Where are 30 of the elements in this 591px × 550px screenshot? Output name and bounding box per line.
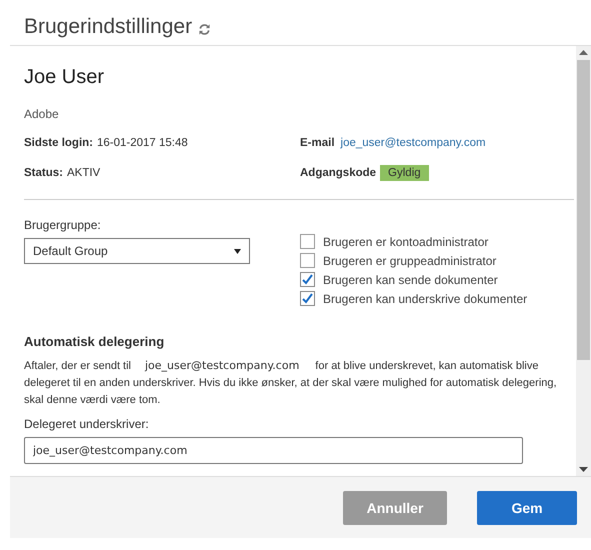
status-badge: Gyldig: [380, 165, 429, 181]
organization-name: Adobe: [24, 107, 60, 121]
checkbox[interactable]: [300, 291, 315, 306]
field-label: Status:: [24, 167, 63, 179]
email-link[interactable]: joe_user@testcompany.com: [340, 137, 486, 149]
checkbox-label: Brugeren er kontoadministrator: [323, 234, 488, 248]
field-label: Adgangskode: [300, 167, 376, 179]
delegate-input-field[interactable]: joe_user@testcompany.com: [24, 437, 523, 464]
section-heading: Automatisk delegering: [24, 334, 166, 349]
field-label: E-mail: [300, 137, 335, 149]
checkbox[interactable]: [300, 272, 315, 287]
user-name: Joe User: [24, 66, 106, 89]
checkbox[interactable]: [300, 253, 315, 268]
field-label: Sidste login:: [24, 137, 93, 149]
field-value: AKTIV: [66, 167, 100, 179]
cancel-button[interactable]: Annuller: [343, 490, 447, 524]
checkbox-label: Brugeren er gruppeadministrator: [323, 254, 496, 268]
field-value: 16-01-2017 15:48: [97, 137, 188, 149]
window-title: Brugerindstillinger: [24, 15, 192, 39]
field-label: Brugergruppe:: [24, 218, 102, 232]
refresh-icon[interactable]: [198, 22, 212, 36]
group-dropdown[interactable]: Default Group: [24, 238, 250, 264]
checkbox[interactable]: [300, 234, 315, 249]
scrollbar[interactable]: [576, 46, 591, 476]
checkbox-label: Brugeren kan underskrive dokumenter: [323, 292, 528, 306]
checkbox-label: Brugeren kan sende dokumenter: [323, 272, 498, 286]
caret-icon: [234, 248, 241, 254]
save-button[interactable]: Gem: [477, 490, 577, 524]
description-text: Aftaler, der er sendt til joe_user@testcompany.com for at blive underskrevet, kan automatisk blive delegeret til en anden underskriver. Hvis du ikke ønsker, at der skal være mulighed for automatisk delegering, skal denne værdi være tom.: [24, 358, 558, 408]
field-label: Delegeret underskriver:: [24, 417, 150, 431]
